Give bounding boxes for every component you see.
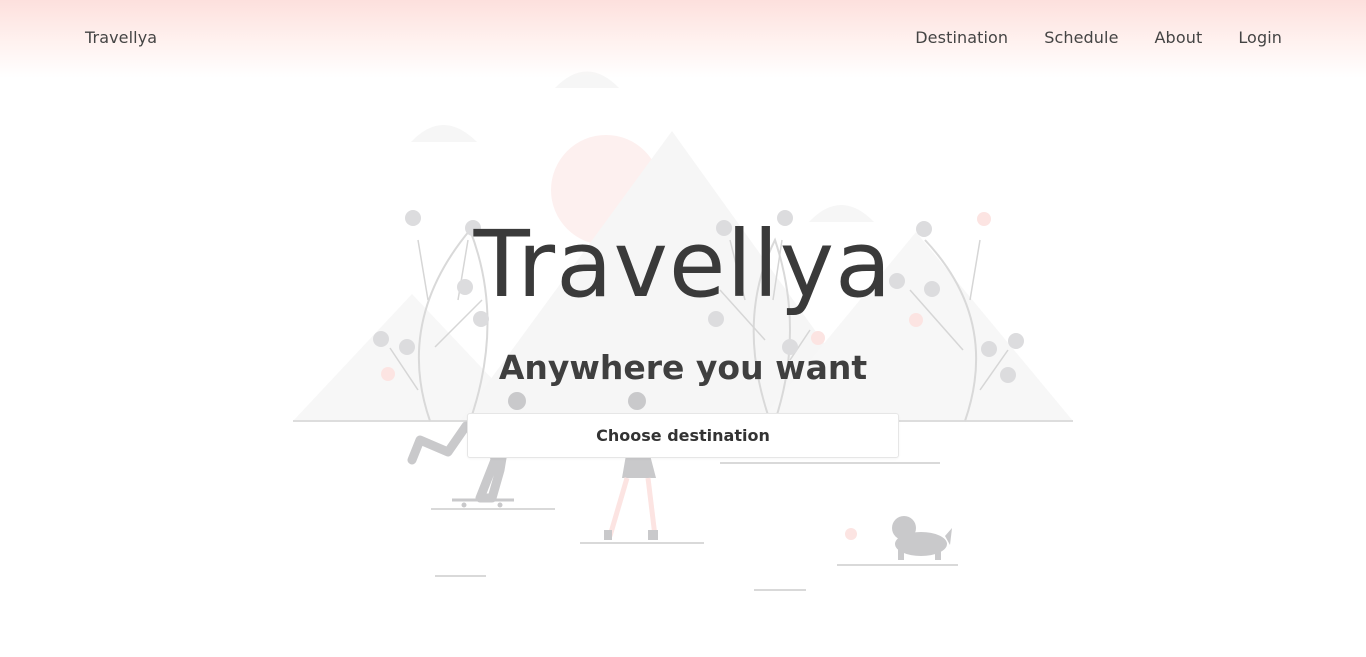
ground-dashes [431, 462, 958, 591]
nav-link-destination[interactable]: Destination [915, 28, 1008, 47]
hero-subtitle: Anywhere you want [498, 348, 868, 387]
hero-illustration [293, 71, 1073, 591]
nav-link-schedule[interactable]: Schedule [1044, 28, 1118, 47]
top-navbar: Travellya Destination Schedule About Log… [0, 0, 1366, 78]
nav-link-login[interactable]: Login [1238, 28, 1282, 47]
dog-figure [892, 516, 952, 560]
hero-title: Travellya [473, 211, 893, 318]
nav-links: Destination Schedule About Login [915, 28, 1282, 47]
nav-link-about[interactable]: About [1155, 28, 1203, 47]
cloud-shape [411, 125, 477, 142]
choose-destination-button[interactable]: Choose destination [467, 413, 899, 458]
brand-logo-link[interactable]: Travellya [85, 28, 157, 47]
